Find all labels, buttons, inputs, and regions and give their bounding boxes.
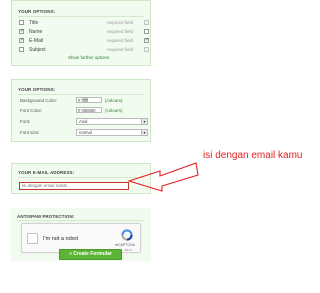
option-name-required-label: required field: [107, 29, 134, 34]
create-formular-button[interactable]: » Create Formular: [59, 249, 122, 260]
email-panel: YOUR E-MAIL ADDRESS: isi dengan email so…: [11, 163, 151, 194]
option-title-required-checkbox[interactable]: [144, 20, 149, 25]
option-row-name: Name required field: [19, 28, 149, 36]
chevron-down-icon: ▾: [141, 119, 147, 124]
option-row-subject: Subject required field: [19, 46, 149, 54]
font-colours-link[interactable]: (colours): [105, 108, 123, 113]
option-title-label: Title: [29, 20, 39, 26]
recaptcha-logo-icon: [121, 229, 133, 241]
antispam-panel-title: ANTISPAM PROTECTION:: [17, 214, 75, 219]
background-colours-link[interactable]: (colours): [105, 98, 123, 103]
background-color-row: Background Color: # ffffff (colours): [18, 97, 144, 105]
option-email-required-label: required field: [107, 38, 134, 43]
option-name-label: Name: [29, 29, 43, 35]
option-subject-label: Subject: [29, 47, 46, 53]
font-color-row: Font Color: # 000000 (colours): [18, 107, 144, 115]
option-email-label: E-Mail: [29, 38, 44, 44]
option-subject-required-checkbox[interactable]: [144, 47, 149, 52]
recaptcha-brand: reCAPTCHA: [115, 243, 135, 247]
option-email-required-checkbox[interactable]: [144, 37, 149, 43]
annotation-text: isi dengan email kamu: [203, 150, 303, 161]
font-color-input[interactable]: # 000000: [76, 107, 102, 113]
style-panel-divider: [18, 94, 144, 95]
recaptcha-label: I'm not a robot: [43, 236, 78, 242]
email-panel-divider: [18, 177, 144, 178]
option-title-required-label: required field: [107, 20, 134, 25]
font-size-select-value: normal: [79, 130, 92, 135]
font-size-label: Font size:: [20, 130, 40, 135]
show-further-options-link[interactable]: Show further options: [68, 55, 109, 60]
font-color-label: Font Color:: [20, 108, 43, 113]
style-options-panel: YOUR OPTIONS: Background Color: # ffffff…: [11, 79, 151, 142]
email-input[interactable]: isi dengan email sobat: [19, 182, 129, 190]
option-title-checkbox[interactable]: [19, 20, 24, 25]
background-color-input[interactable]: # ffffff: [76, 97, 102, 103]
option-subject-required-label: required field: [107, 47, 134, 52]
option-name-required-checkbox[interactable]: [144, 29, 149, 34]
option-subject-checkbox[interactable]: [19, 47, 24, 52]
option-name-checkbox[interactable]: [19, 28, 24, 34]
email-panel-title: YOUR E-MAIL ADDRESS:: [18, 170, 75, 175]
option-email-checkbox[interactable]: [19, 37, 24, 43]
font-select-value: Arial: [79, 119, 88, 124]
option-row-title: Title required field: [19, 19, 149, 27]
options-panel-divider: [18, 16, 144, 17]
options-panel-title: YOUR OPTIONS:: [18, 9, 56, 14]
font-size-row: Font size: normal ▾: [18, 129, 148, 137]
recaptcha-checkbox[interactable]: [27, 233, 38, 244]
style-panel-title: YOUR OPTIONS:: [18, 87, 56, 92]
font-row: Font: Arial ▾: [18, 118, 148, 126]
antispam-panel-divider: [17, 220, 145, 221]
font-size-select[interactable]: normal ▾: [76, 129, 148, 136]
chevron-down-icon: ▾: [141, 130, 147, 135]
font-label: Font:: [20, 119, 31, 124]
background-color-label: Background Color:: [20, 98, 58, 103]
option-row-email: E-Mail required field: [19, 37, 149, 45]
font-select[interactable]: Arial ▾: [76, 118, 148, 125]
options-panel: YOUR OPTIONS: Title required field Name …: [11, 0, 151, 66]
